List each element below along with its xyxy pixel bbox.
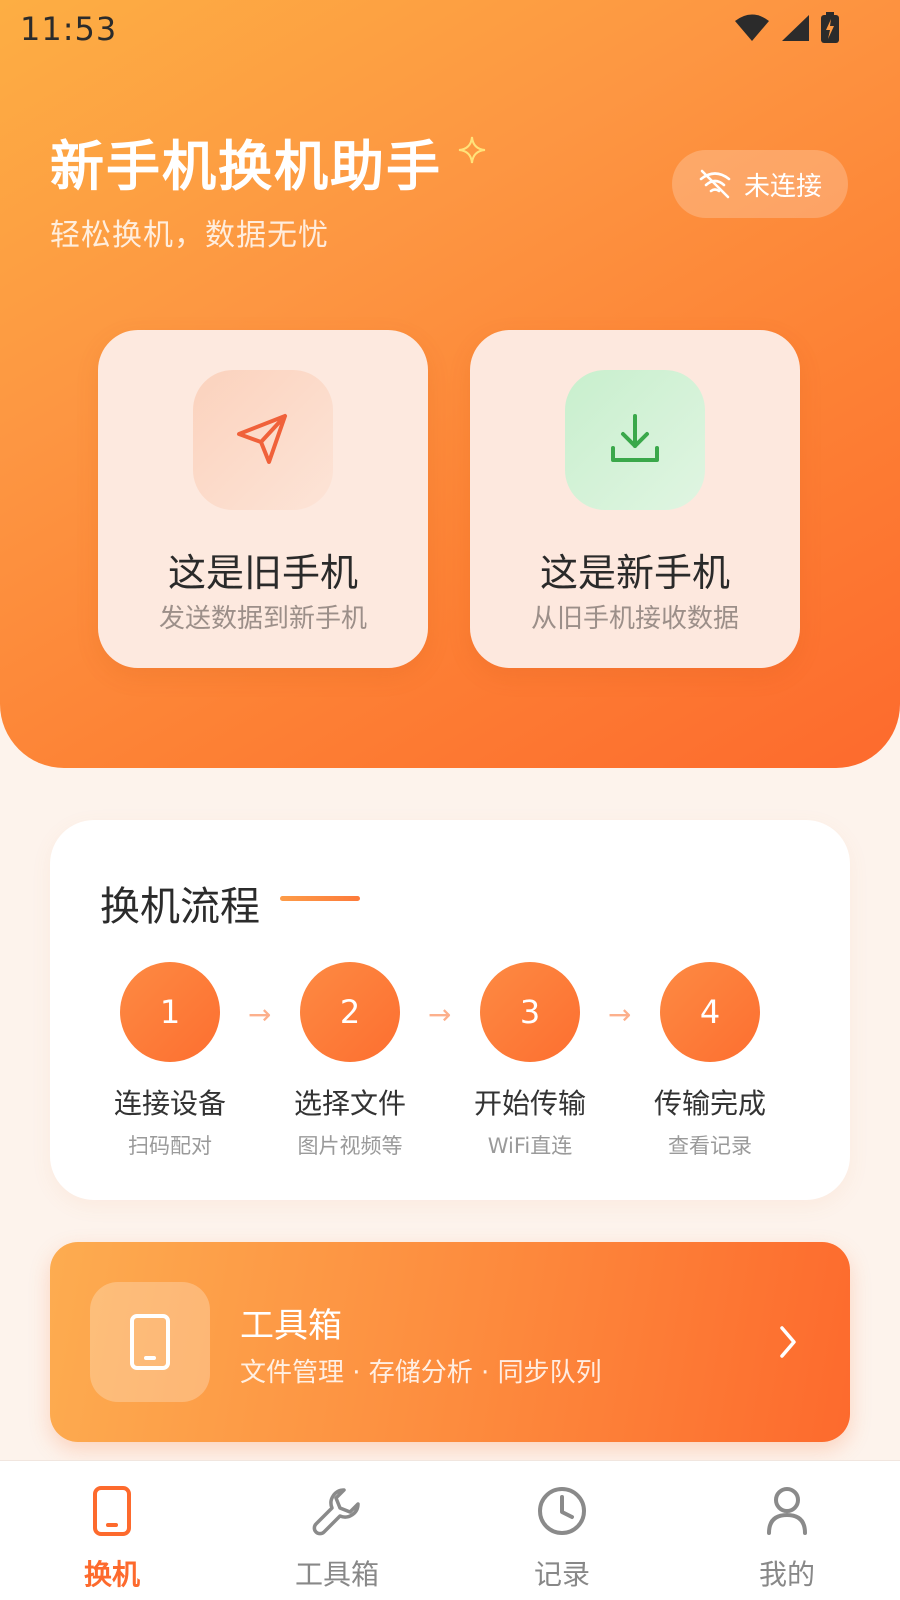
step-sub-3: WiFi直连 <box>487 1134 573 1158</box>
wrench-icon <box>312 1488 360 1536</box>
flow-step-2: 2 选择文件 图片视频等 <box>260 962 440 1160</box>
flow-title: 换机流程 <box>100 884 260 930</box>
step-number-1: 1 <box>120 962 220 1062</box>
flow-step-3: 3 开始传输 WiFi直连 <box>440 962 620 1160</box>
tablet-icon-box <box>90 1282 210 1402</box>
connection-status-label: 未连接 <box>743 171 822 202</box>
chevron-right-icon <box>780 1326 796 1358</box>
toolbox-card[interactable]: 工具箱 文件管理 · 存储分析 · 同步队列 <box>50 1242 850 1442</box>
new-phone-card[interactable]: 这是新手机 从旧手机接收数据 <box>470 330 800 668</box>
tab-mine[interactable]: 我的 <box>712 1481 862 1593</box>
old-phone-subtitle: 发送数据到新手机 <box>158 604 367 634</box>
flow-step-1: 1 连接设备 扫码配对 <box>80 962 260 1160</box>
step-number-2: 2 <box>300 962 400 1062</box>
page-title: 新手机换机助手 <box>50 135 442 198</box>
step-number-3: 3 <box>480 962 580 1062</box>
person-icon <box>767 1487 807 1535</box>
step-number-4: 4 <box>660 962 760 1062</box>
tab-toolbox[interactable]: 工具箱 <box>262 1481 412 1593</box>
step-label-3: 开始传输 <box>473 1087 586 1120</box>
phone-icon <box>93 1486 131 1536</box>
step-sub-2: 图片视频等 <box>297 1134 403 1158</box>
step-label-2: 选择文件 <box>293 1087 406 1120</box>
tab-switch[interactable]: 换机 <box>37 1481 187 1593</box>
clock-icon <box>538 1487 586 1535</box>
step-sub-4: 查看记录 <box>668 1134 752 1158</box>
status-icons <box>734 12 840 44</box>
tab-label-toolbox: 工具箱 <box>294 1558 379 1591</box>
signal-icon <box>782 15 809 41</box>
send-icon <box>237 414 287 464</box>
tab-label-switch: 换机 <box>83 1558 140 1591</box>
wifi-icon <box>735 14 769 41</box>
bottom-tab-bar: 换机 工具箱 记录 我的 <box>0 1460 900 1600</box>
download-icon <box>611 414 659 462</box>
status-bar: 11:53 <box>0 0 900 60</box>
wifi-off-icon <box>699 169 731 199</box>
step-sub-1: 扫码配对 <box>128 1134 212 1158</box>
flow-step-4: 4 传输完成 查看记录 <box>620 962 800 1160</box>
page-subtitle: 轻松换机，数据无忧 <box>50 218 329 253</box>
toolbox-subtitle: 文件管理 · 存储分析 · 同步队列 <box>240 1358 602 1388</box>
tablet-icon <box>130 1314 170 1370</box>
tab-label-mine: 我的 <box>758 1558 815 1591</box>
step-label-4: 传输完成 <box>653 1087 766 1120</box>
old-phone-card[interactable]: 这是旧手机 发送数据到新手机 <box>98 330 428 668</box>
sparkle-icon <box>458 136 486 164</box>
connection-status-badge[interactable]: 未连接 <box>672 150 848 218</box>
flow-card: 换机流程 1 连接设备 扫码配对 → 2 选择文件 图片视频等 → 3 开始传输… <box>50 820 850 1200</box>
toolbox-title: 工具箱 <box>240 1306 342 1346</box>
battery-icon <box>821 12 839 43</box>
flow-title-underline <box>280 896 360 901</box>
download-icon-box <box>565 370 705 510</box>
new-phone-subtitle: 从旧手机接收数据 <box>530 604 739 634</box>
tab-label-records: 记录 <box>533 1558 590 1591</box>
send-icon-box <box>193 370 333 510</box>
new-phone-title: 这是新手机 <box>539 551 730 595</box>
tab-records[interactable]: 记录 <box>487 1481 637 1593</box>
step-label-1: 连接设备 <box>113 1087 226 1120</box>
old-phone-title: 这是旧手机 <box>167 551 358 595</box>
status-time: 11:53 <box>20 10 118 48</box>
